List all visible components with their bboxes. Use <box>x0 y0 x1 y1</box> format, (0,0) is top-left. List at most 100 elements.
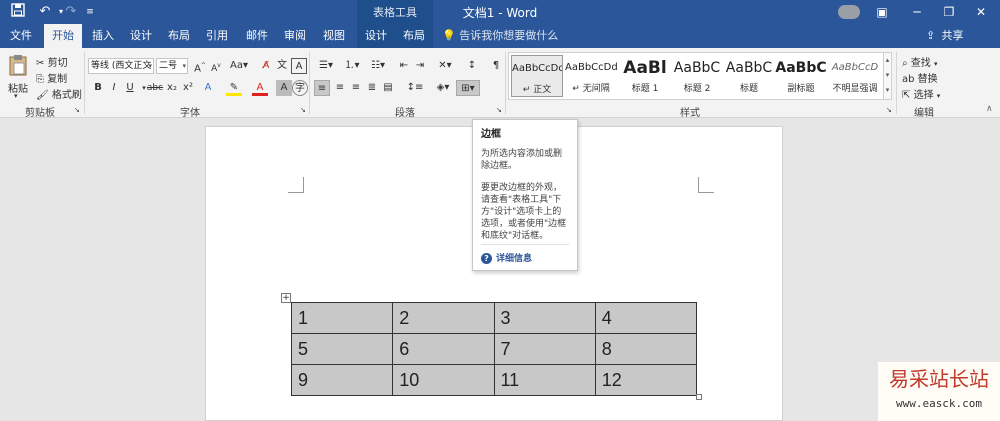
align-left-icon[interactable]: ≡ <box>314 80 330 96</box>
chinese-layout-icon[interactable]: ✕▾ <box>434 58 456 74</box>
find-button[interactable]: ⌕ 查找 ▾ <box>902 54 938 69</box>
style-heading-1[interactable]: AaBl 标题 1 <box>619 55 671 97</box>
share-button[interactable]: ⇪ 共享 <box>926 24 964 48</box>
table-cell[interactable]: 6 <box>392 333 495 365</box>
line-spacing-icon[interactable]: ↕≡ <box>404 80 426 96</box>
gallery-scroll[interactable]: ▴ ▾ ▾ <box>883 52 892 100</box>
tab-view[interactable]: 视图 <box>315 24 353 48</box>
phonetic-guide-icon[interactable]: 文 <box>274 58 290 74</box>
scroll-down-icon[interactable]: ▾ <box>884 68 891 83</box>
style-heading-2[interactable]: AaBbC 标题 2 <box>671 55 723 97</box>
bullets-icon[interactable]: ☰▾ <box>314 58 338 74</box>
decrease-indent-icon[interactable]: ⇤ <box>396 58 412 74</box>
sort-icon[interactable]: ↕ <box>464 58 480 74</box>
tab-design[interactable]: 设计 <box>122 24 160 48</box>
clear-format-icon[interactable]: A̸ <box>258 58 274 74</box>
tooltip-more-info-link[interactable]: ? 详细信息 <box>481 244 569 264</box>
tab-file[interactable]: 文件 <box>2 24 40 48</box>
save-icon[interactable] <box>8 3 28 21</box>
tell-me-box[interactable]: 💡 告诉我你想要做什么 <box>442 24 558 48</box>
style-normal[interactable]: AaBbCcDd ↵ 正文 <box>511 55 563 97</box>
font-name-combo[interactable]: 等线 (西文正文 ▾ <box>88 58 154 74</box>
style-subtitle[interactable]: AaBbC 副标题 <box>775 55 827 97</box>
customize-qat-icon[interactable]: ≡ <box>84 3 96 21</box>
dialog-launcher-icon[interactable]: ↘ <box>300 106 306 114</box>
numbering-icon[interactable]: ⒈▾ <box>340 58 364 74</box>
shading-icon[interactable]: ◈▾ <box>432 80 454 96</box>
borders-button[interactable]: ⊞▾ <box>456 80 480 96</box>
table-cell[interactable]: 10 <box>392 364 495 396</box>
grow-font-icon[interactable]: A^ <box>192 58 208 74</box>
clipboard-icon[interactable] <box>8 54 30 76</box>
table-cell[interactable]: 2 <box>392 302 495 334</box>
paste-label[interactable]: 粘贴 <box>8 80 28 95</box>
document-table[interactable]: 1 2 3 4 5 6 7 8 9 10 11 12 <box>290 302 698 396</box>
style-no-spacing[interactable]: AaBbCcDd ↵ 无间隔 <box>565 55 617 97</box>
subscript-button[interactable]: x₂ <box>164 80 180 96</box>
style-subtle-emphasis[interactable]: AaBbCcD 不明显强调 <box>827 55 883 97</box>
dialog-launcher-icon[interactable]: ↘ <box>74 106 80 114</box>
ribbon-display-icon[interactable]: ▣ <box>867 2 897 22</box>
table-cell[interactable]: 3 <box>493 302 596 334</box>
table-cell[interactable]: 9 <box>290 364 394 396</box>
highlight-icon[interactable]: ✎ <box>226 80 242 96</box>
font-size-combo[interactable]: 二号 ▾ <box>156 58 188 74</box>
maximize-icon[interactable]: ❐ <box>934 2 964 22</box>
text-effects-icon[interactable]: A <box>200 80 216 96</box>
collapse-ribbon-icon[interactable]: ∧ <box>986 104 993 114</box>
cut-button[interactable]: ✂ 剪切 <box>36 54 68 69</box>
char-border-icon[interactable]: A <box>291 58 307 74</box>
close-icon[interactable]: ✕ <box>966 2 996 22</box>
table-resize-handle[interactable] <box>696 394 702 400</box>
minimize-icon[interactable]: ─ <box>902 2 932 22</box>
align-right-icon[interactable]: ≡ <box>348 80 364 96</box>
user-avatar[interactable] <box>838 5 860 19</box>
tab-insert[interactable]: 插入 <box>84 24 122 48</box>
dialog-launcher-icon[interactable]: ↘ <box>886 106 892 114</box>
table-row: 1 2 3 4 <box>290 302 698 334</box>
table-cell[interactable]: 4 <box>594 302 698 334</box>
table-move-handle[interactable]: + <box>281 293 291 303</box>
align-center-icon[interactable]: ≡ <box>332 80 348 96</box>
tab-references[interactable]: 引用 <box>198 24 236 48</box>
select-button[interactable]: ⇱ 选择 ▾ <box>902 86 940 101</box>
increase-indent-icon[interactable]: ⇥ <box>412 58 428 74</box>
paste-dropdown-icon[interactable]: ▾ <box>14 92 18 100</box>
table-cell[interactable]: 8 <box>594 333 698 365</box>
tab-table-design[interactable]: 设计 <box>357 24 395 48</box>
distributed-icon[interactable]: ▤ <box>380 80 396 96</box>
table-cell[interactable]: 5 <box>290 333 394 365</box>
multilevel-list-icon[interactable]: ☷▾ <box>366 58 390 74</box>
scissors-icon: ✂ <box>36 58 45 69</box>
tab-layout[interactable]: 布局 <box>160 24 198 48</box>
dialog-launcher-icon[interactable]: ↘ <box>496 106 502 114</box>
style-title[interactable]: AaBbC 标题 <box>723 55 775 97</box>
shrink-font-icon[interactable]: Av <box>208 58 224 74</box>
tab-mailings[interactable]: 邮件 <box>238 24 276 48</box>
strikethrough-button[interactable]: abc <box>146 80 164 96</box>
table-cell[interactable]: 12 <box>594 364 698 396</box>
bold-button[interactable]: B <box>90 80 106 96</box>
redo-icon[interactable]: ↷ <box>62 3 80 21</box>
change-case-icon[interactable]: Aa▾ <box>228 58 250 74</box>
italic-button[interactable]: I <box>106 80 122 96</box>
font-color-icon[interactable]: A <box>252 80 268 96</box>
enclose-char-icon[interactable]: 字 <box>292 80 308 96</box>
table-cell[interactable]: 11 <box>493 364 596 396</box>
scroll-up-icon[interactable]: ▴ <box>884 53 891 68</box>
replace-button[interactable]: ab 替换 <box>902 70 938 85</box>
copy-button[interactable]: ⎘ 复制 <box>36 70 67 85</box>
superscript-button[interactable]: x² <box>180 80 196 96</box>
tab-review[interactable]: 审阅 <box>276 24 314 48</box>
tab-table-layout[interactable]: 布局 <box>395 24 433 48</box>
tab-home[interactable]: 开始 <box>44 24 82 48</box>
format-painter-button[interactable]: 🖌 格式刷 <box>36 86 82 101</box>
table-cell[interactable]: 1 <box>290 302 394 334</box>
select-label: 选择 <box>913 90 934 101</box>
show-marks-icon[interactable]: ¶ <box>488 58 504 74</box>
char-shading-icon[interactable]: A <box>276 80 292 96</box>
gallery-more-icon[interactable]: ▾ <box>884 83 891 98</box>
undo-icon[interactable]: ↶ <box>34 3 56 21</box>
justify-icon[interactable]: ≣ <box>364 80 380 96</box>
table-cell[interactable]: 7 <box>493 333 596 365</box>
